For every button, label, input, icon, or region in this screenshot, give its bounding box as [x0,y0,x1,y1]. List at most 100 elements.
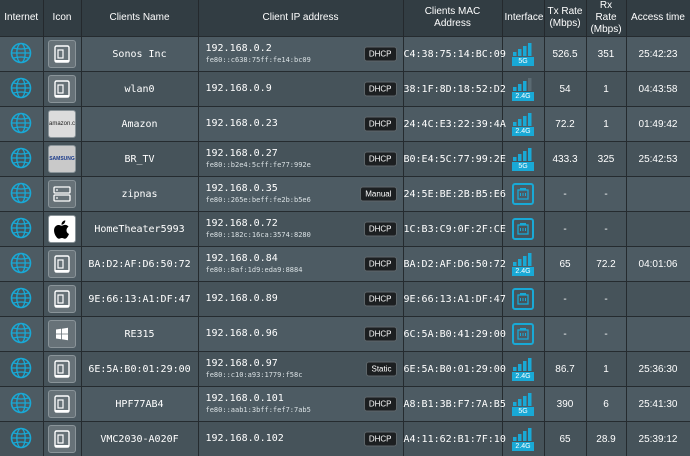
generic-device-icon[interactable] [48,285,76,313]
amazon-logo-icon[interactable]: amazon.com [48,110,76,138]
table-row[interactable]: BA:D2:AF:D6:50:72192.168.0.84fe80::8af:1… [0,247,690,282]
generic-device-icon[interactable] [48,250,76,278]
samsung-logo-icon[interactable]: SAMSUNG [48,145,76,173]
nas-icon[interactable] [48,180,76,208]
device-icon-cell [43,177,81,212]
client-ip-cell: 192.168.0.9DHCP [198,72,403,107]
client-ip-cell: 192.168.0.2fe80::c638:75ff:fe14:bc09DHCP [198,37,403,72]
globe-icon[interactable] [10,287,32,312]
interface-cell [502,212,544,247]
table-row[interactable]: HomeTheater5993192.168.0.72fe80::182c:16… [0,212,690,247]
generic-device-icon[interactable] [48,40,76,68]
client-name[interactable]: wlan0 [81,72,198,107]
client-name[interactable]: 6E:5A:B0:01:29:00 [81,352,198,387]
device-icon-cell [43,282,81,317]
tx-rate: - [544,212,586,247]
table-row[interactable]: SAMSUNGBR_TV192.168.0.27fe80::b2e4:5cff:… [0,142,690,177]
client-mac: C4:38:75:14:BC:09 [403,37,502,72]
internet-cell [0,282,43,317]
interface-cell [502,317,544,352]
client-mac: A8:B1:3B:F7:7A:B5 [403,387,502,422]
access-time [626,177,690,212]
globe-icon[interactable] [10,357,32,382]
device-icon-cell: amazon.com [43,107,81,142]
column-header[interactable]: Rx Rate (Mbps) [586,0,626,37]
ethernet-port-icon [512,323,534,345]
client-name[interactable]: HomeTheater5993 [81,212,198,247]
access-time [626,212,690,247]
generic-device-icon[interactable] [48,390,76,418]
table-row[interactable]: 9E:66:13:A1:DF:47192.168.0.89DHCP9E:66:1… [0,282,690,317]
column-header[interactable]: Access time [626,0,690,37]
wifi-signal-icon: 2.4G [512,112,534,136]
access-time: 04:43:58 [626,72,690,107]
ip-type-badge: DHCP [364,47,397,62]
table-header: InternetIconClients NameClient IP addres… [0,0,690,37]
wifi-signal-icon: 2.4G [512,77,534,101]
band-label: 2.4G [512,372,534,381]
client-ip-cell: 192.168.0.96DHCP [198,317,403,352]
generic-device-icon[interactable] [48,75,76,103]
client-mac: 24:4C:E3:22:39:4A [403,107,502,142]
ip-type-badge: DHCP [364,432,397,447]
globe-icon[interactable] [10,322,32,347]
table-row[interactable]: zipnas192.168.0.35fe80::265e:beff:fe2b:b… [0,177,690,212]
internet-cell [0,247,43,282]
globe-icon[interactable] [10,217,32,242]
column-header[interactable]: Icon [43,0,81,37]
rx-rate: 72.2 [586,247,626,282]
client-name[interactable]: BR_TV [81,142,198,177]
ip-type-badge: DHCP [364,152,397,167]
table-row[interactable]: HPF77AB4192.168.0.101fe80::aab1:3bff:fef… [0,387,690,422]
globe-icon[interactable] [10,42,32,67]
device-icon-cell: SAMSUNG [43,142,81,177]
tx-rate: 526.5 [544,37,586,72]
column-header[interactable]: Client IP address [198,0,403,37]
column-header[interactable]: Clients Name [81,0,198,37]
client-name[interactable]: zipnas [81,177,198,212]
client-name[interactable]: HPF77AB4 [81,387,198,422]
column-header[interactable]: Internet [0,0,43,37]
client-name[interactable]: 9E:66:13:A1:DF:47 [81,282,198,317]
globe-icon[interactable] [10,392,32,417]
globe-icon[interactable] [10,147,32,172]
generic-device-icon[interactable] [48,355,76,383]
band-label: 5G [512,407,534,416]
globe-icon[interactable] [10,77,32,102]
access-time: 25:42:23 [626,37,690,72]
client-name[interactable]: Sonos Inc [81,37,198,72]
tx-rate: 54 [544,72,586,107]
apple-logo-icon[interactable] [48,215,76,243]
client-name[interactable]: RE315 [81,317,198,352]
table-row[interactable]: RE315192.168.0.96DHCP6C:5A:B0:41:29:00-- [0,317,690,352]
generic-device-icon[interactable] [48,425,76,453]
column-header[interactable]: Interface [502,0,544,37]
windows-logo-icon[interactable] [48,320,76,348]
band-label: 2.4G [512,442,534,451]
access-time: 25:42:53 [626,142,690,177]
table-row[interactable]: 6E:5A:B0:01:29:00192.168.0.97fe80::c10:a… [0,352,690,387]
interface-cell [502,177,544,212]
device-icon-cell [43,247,81,282]
interface-cell: 2.4G [502,247,544,282]
table-row[interactable]: Sonos Inc192.168.0.2fe80::c638:75ff:fe14… [0,37,690,72]
column-header[interactable]: Tx Rate (Mbps) [544,0,586,37]
client-name[interactable]: BA:D2:AF:D6:50:72 [81,247,198,282]
globe-icon[interactable] [10,182,32,207]
globe-icon[interactable] [10,112,32,137]
globe-icon[interactable] [10,252,32,277]
rx-rate: 1 [586,107,626,142]
client-ip-cell: 192.168.0.23DHCP [198,107,403,142]
band-label: 5G [512,57,534,66]
client-name[interactable]: Amazon [81,107,198,142]
column-header[interactable]: Clients MAC Address [403,0,502,37]
band-label: 2.4G [512,267,534,276]
table-row[interactable]: amazon.comAmazon192.168.0.23DHCP24:4C:E3… [0,107,690,142]
table-row[interactable]: wlan0192.168.0.9DHCP38:1F:8D:18:52:D22.4… [0,72,690,107]
tx-rate: 72.2 [544,107,586,142]
globe-icon[interactable] [10,427,32,452]
internet-cell [0,72,43,107]
device-icon-cell [43,212,81,247]
client-mac: BA:D2:AF:D6:50:72 [403,247,502,282]
internet-cell [0,107,43,142]
